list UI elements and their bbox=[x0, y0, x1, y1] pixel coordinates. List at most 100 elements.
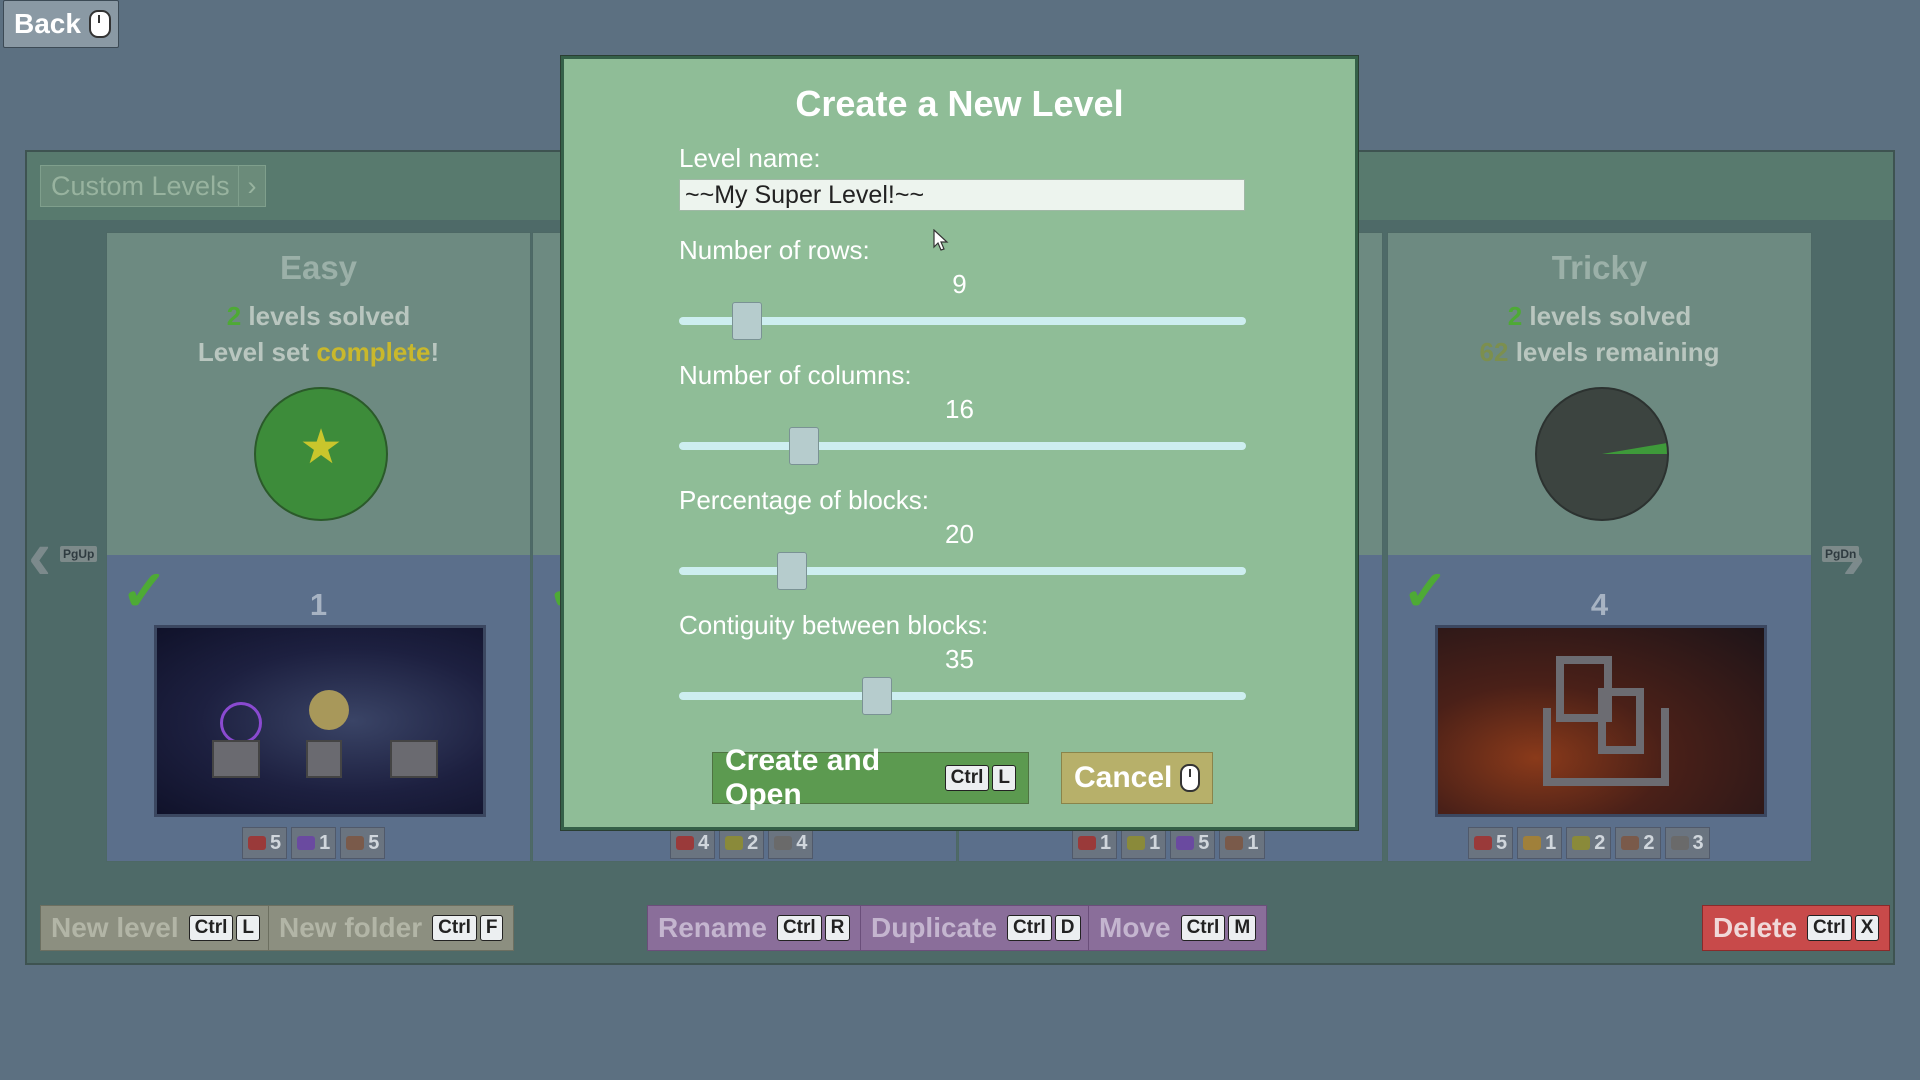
count-value: 1 bbox=[1100, 831, 1112, 854]
count-value: 1 bbox=[1247, 831, 1259, 854]
count-value: 2 bbox=[1643, 831, 1655, 854]
blocks-percentage-slider[interactable] bbox=[679, 567, 1246, 575]
progress-pie bbox=[1535, 387, 1669, 521]
key-l: L bbox=[236, 915, 260, 941]
count-badge: 1 bbox=[1121, 827, 1167, 859]
count-badge: 3 bbox=[1664, 827, 1710, 859]
breadcrumb-label: Custom Levels bbox=[51, 171, 230, 201]
button-label: New folder bbox=[279, 912, 423, 943]
delete-button[interactable]: Delete Ctrl X bbox=[1702, 905, 1891, 951]
count-value: 2 bbox=[747, 831, 759, 854]
key-ctrl: Ctrl bbox=[1007, 915, 1052, 941]
set-title: Tricky bbox=[1551, 249, 1648, 286]
move-button[interactable]: Move Ctrl M bbox=[1088, 905, 1268, 951]
block-icon bbox=[212, 740, 260, 778]
mouse-cursor-icon bbox=[933, 229, 949, 251]
breadcrumb-chevron[interactable]: › bbox=[238, 165, 266, 207]
status-suffix: ! bbox=[430, 337, 440, 367]
count-value: 5 bbox=[270, 831, 282, 854]
count-value: 1 bbox=[1149, 831, 1161, 854]
key-l: L bbox=[992, 765, 1016, 791]
key-ctrl: Ctrl bbox=[188, 915, 234, 941]
key-ctrl: Ctrl bbox=[1180, 915, 1226, 941]
columns-slider[interactable] bbox=[679, 442, 1246, 450]
level-thumbnail[interactable] bbox=[154, 625, 486, 817]
rows-label: Number of rows: bbox=[679, 235, 870, 265]
count-badge: 1 bbox=[291, 827, 337, 859]
button-label: Create and Open bbox=[725, 744, 881, 811]
button-label: Cancel bbox=[1074, 761, 1173, 794]
rename-button[interactable]: Rename Ctrl R bbox=[647, 905, 862, 951]
key-m: M bbox=[1228, 915, 1257, 941]
create-and-open-button[interactable]: Create and Open Ctrl L bbox=[712, 744, 1029, 811]
count-badge: 1 bbox=[1517, 827, 1563, 859]
block-icon bbox=[306, 740, 342, 778]
pgup-key: PgUp bbox=[60, 546, 98, 562]
remaining-text: levels remaining bbox=[1508, 337, 1720, 367]
rows-slider[interactable] bbox=[679, 317, 1246, 325]
create-level-dialog: Create a New Level Level name: Number of… bbox=[561, 56, 1358, 830]
contiguity-slider[interactable] bbox=[679, 692, 1246, 700]
contiguity-slider-handle[interactable] bbox=[862, 677, 893, 715]
count-value: 1 bbox=[1545, 831, 1557, 854]
set-title: Easy bbox=[279, 249, 358, 286]
breadcrumb-custom-levels[interactable]: Custom Levels bbox=[40, 165, 241, 207]
piece-counts: 1 1 5 1 bbox=[1072, 827, 1265, 859]
contiguity-label: Contiguity between blocks: bbox=[679, 610, 989, 640]
blocks-percentage-slider-handle[interactable] bbox=[777, 552, 808, 590]
status-complete: complete bbox=[316, 337, 431, 367]
new-folder-button[interactable]: New folder Ctrl F bbox=[268, 905, 515, 951]
count-value: 2 bbox=[1594, 831, 1606, 854]
progress-slice-icon bbox=[1602, 443, 1667, 454]
level-thumbnail[interactable] bbox=[1435, 625, 1767, 817]
remaining-line: 62 levels remaining bbox=[1388, 337, 1811, 368]
button-label: Rename bbox=[658, 912, 767, 943]
level-number: 1 bbox=[309, 587, 328, 622]
solved-count: 2 bbox=[1507, 301, 1523, 331]
key-r: R bbox=[824, 915, 851, 941]
dialog-title: Create a New Level bbox=[795, 83, 1124, 124]
count-badge: 5 bbox=[1468, 827, 1514, 859]
level-name-label: Level name: bbox=[679, 143, 821, 173]
count-badge: 5 bbox=[1170, 827, 1216, 859]
blocks-percentage-value: 20 bbox=[945, 519, 974, 549]
button-label: Move bbox=[1099, 912, 1171, 943]
solved-text: levels solved bbox=[241, 301, 411, 331]
prev-page-icon[interactable]: ‹ bbox=[28, 515, 51, 595]
count-value: 1 bbox=[319, 831, 331, 854]
solved-line: 2 levels solved bbox=[1388, 301, 1811, 332]
back-label: Back bbox=[14, 8, 81, 39]
piece-counts: 5 1 5 bbox=[242, 827, 386, 859]
button-label: Duplicate bbox=[871, 912, 998, 943]
mouse-click-icon bbox=[88, 10, 111, 38]
progress-circle: ★ bbox=[254, 387, 388, 521]
key-ctrl: Ctrl bbox=[944, 765, 990, 791]
piece-counts: 4 2 4 bbox=[670, 827, 814, 859]
remaining-count: 62 bbox=[1479, 337, 1509, 367]
key-x: X bbox=[1854, 915, 1880, 941]
contiguity-value: 35 bbox=[945, 644, 974, 674]
solved-line: 2 levels solved bbox=[107, 301, 530, 332]
level-set-easy[interactable]: Easy 2 levels solved Level set complete!… bbox=[106, 232, 531, 862]
block-structure-icon bbox=[1598, 688, 1644, 754]
back-button[interactable]: Back bbox=[3, 0, 119, 48]
duplicate-button[interactable]: Duplicate Ctrl D bbox=[860, 905, 1092, 951]
rows-slider-handle[interactable] bbox=[732, 302, 763, 340]
count-badge: 1 bbox=[1219, 827, 1265, 859]
columns-slider-handle[interactable] bbox=[788, 427, 819, 465]
count-badge: 4 bbox=[670, 827, 716, 859]
cancel-button[interactable]: Cancel bbox=[1061, 752, 1213, 804]
count-badge: 2 bbox=[1615, 827, 1661, 859]
level-set-tricky[interactable]: Tricky 2 levels solved 62 levels remaini… bbox=[1387, 232, 1812, 862]
button-label: Delete bbox=[1713, 912, 1798, 943]
blocks-percentage-label: Percentage of blocks: bbox=[679, 485, 930, 515]
level-number: 4 bbox=[1590, 587, 1609, 622]
count-value: 4 bbox=[796, 831, 808, 854]
level-name-input[interactable] bbox=[679, 179, 1245, 211]
new-level-button[interactable]: New level Ctrl L bbox=[40, 905, 271, 951]
key-d: D bbox=[1054, 915, 1081, 941]
count-badge: 2 bbox=[719, 827, 765, 859]
portal-icon bbox=[220, 702, 262, 744]
count-badge: 1 bbox=[1072, 827, 1118, 859]
mouse-click-icon bbox=[1180, 764, 1200, 792]
